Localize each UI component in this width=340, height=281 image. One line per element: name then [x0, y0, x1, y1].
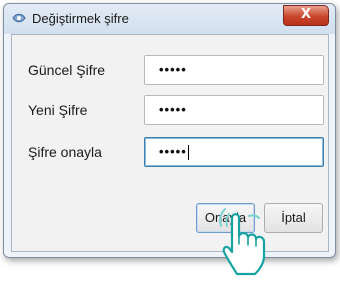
- dialog-body: Güncel Şifre ••••• Yeni Şifre ••••• Şifr…: [11, 34, 329, 252]
- current-password-field[interactable]: •••••: [144, 55, 324, 85]
- confirm-password-field[interactable]: •••••: [144, 137, 324, 167]
- pointing-hand-icon: [219, 208, 266, 276]
- new-password-field[interactable]: •••••: [144, 95, 324, 125]
- new-password-label: Yeni Şifre: [28, 102, 88, 118]
- confirm-password-value: •••••: [159, 144, 187, 159]
- current-password-label: Güncel Şifre: [28, 62, 106, 78]
- dialog-title: Değiştirmek şifre: [32, 11, 129, 26]
- app-icon: [12, 13, 26, 23]
- dialog-window: Değiştirmek şifre X Güncel Şifre ••••• Y…: [3, 3, 336, 258]
- close-button[interactable]: X: [283, 5, 329, 26]
- title-bar[interactable]: Değiştirmek şifre X: [4, 4, 335, 34]
- confirm-password-label: Şifre onayla: [28, 144, 102, 160]
- text-caret: [187, 145, 189, 161]
